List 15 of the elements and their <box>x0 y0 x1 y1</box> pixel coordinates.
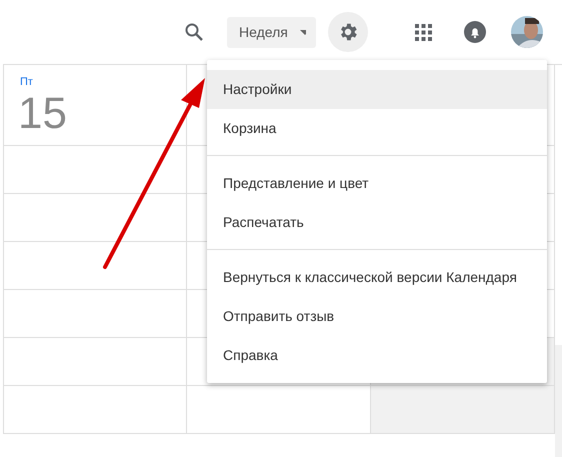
menu-item[interactable]: Вернуться к классической версии Календаря <box>207 258 547 297</box>
weekday-label: Пт <box>20 75 34 89</box>
menu-item[interactable]: Отправить отзыв <box>207 297 547 336</box>
notification-bell-icon[interactable] <box>464 21 486 43</box>
search-icon[interactable] <box>184 22 204 42</box>
apps-grid-icon[interactable] <box>415 24 432 40</box>
menu-item[interactable]: Корзина <box>207 109 547 148</box>
menu-item[interactable]: Настройки <box>207 70 547 109</box>
menu-item[interactable]: Справка <box>207 336 547 375</box>
menu-item[interactable]: Распечатать <box>207 203 547 242</box>
date-number: 15 <box>18 89 68 139</box>
menu-item[interactable]: Представление и цвет <box>207 164 547 203</box>
settings-button[interactable] <box>328 12 368 52</box>
caret-icon <box>300 30 306 34</box>
view-dropdown[interactable]: Неделя <box>227 16 316 48</box>
